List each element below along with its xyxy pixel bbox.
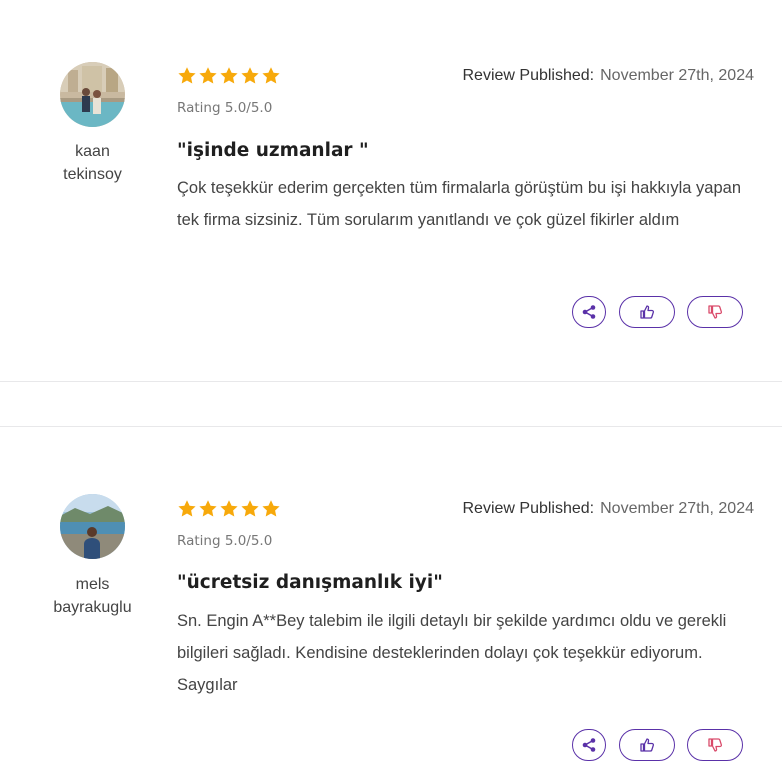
star-icon xyxy=(240,499,260,519)
share-icon xyxy=(582,738,596,752)
reviewer-name: kaan tekinsoy xyxy=(40,140,145,186)
published-label: Review Published: xyxy=(462,500,595,517)
star-icon xyxy=(240,66,260,86)
avatar-photo xyxy=(60,494,125,559)
reviewer-name: mels bayrakuglu xyxy=(40,573,145,619)
star-icon xyxy=(177,66,197,86)
reviewer-last-name: tekinsoy xyxy=(63,166,122,183)
share-icon xyxy=(582,305,596,319)
dislike-button[interactable] xyxy=(687,729,743,761)
star-icon xyxy=(198,499,218,519)
dislike-button[interactable] xyxy=(687,296,743,328)
rating-text: Rating 5.0/5.0 xyxy=(177,100,273,116)
review-body: Sn. Engin A**Bey talebim ile ilgili deta… xyxy=(177,612,727,694)
thumbs-up-icon xyxy=(640,305,655,319)
star-icon xyxy=(177,499,197,519)
thumbs-down-icon xyxy=(708,305,723,319)
star-icon xyxy=(261,499,281,519)
review-card: mels bayrakuglu Rating 5.0/5.0 Review Pu… xyxy=(0,428,782,778)
share-button[interactable] xyxy=(572,729,606,761)
star-icon xyxy=(219,66,239,86)
review-card: kaan tekinsoy Rating 5.0/5.0 Review Publ… xyxy=(0,0,782,381)
share-button[interactable] xyxy=(572,296,606,328)
avatar-photo xyxy=(60,62,125,127)
divider xyxy=(0,381,782,382)
published-date: November 27th, 2024 xyxy=(600,67,754,84)
review-title: "ücretsiz danışmanlık iyi" xyxy=(177,572,443,593)
like-button[interactable] xyxy=(619,296,675,328)
star-icon xyxy=(198,66,218,86)
reviewer-first-name: kaan xyxy=(75,143,110,160)
thumbs-up-icon xyxy=(640,738,655,752)
divider xyxy=(0,426,782,427)
published-date: November 27th, 2024 xyxy=(600,500,754,517)
avatar xyxy=(60,62,125,127)
rating-text: Rating 5.0/5.0 xyxy=(177,533,273,549)
review-body: Çok teşekkür ederim gerçekten tüm firmal… xyxy=(177,179,741,229)
reviewer-first-name: mels xyxy=(75,576,110,593)
reviewer-last-name: bayrakuglu xyxy=(53,599,132,616)
star-rating xyxy=(177,499,281,519)
star-rating xyxy=(177,66,281,86)
star-icon xyxy=(261,66,281,86)
review-published: Review Published: November 27th, 2024 xyxy=(463,500,755,518)
review-title: "işinde uzmanlar " xyxy=(177,140,369,161)
thumbs-down-icon xyxy=(708,738,723,752)
star-icon xyxy=(219,499,239,519)
like-button[interactable] xyxy=(619,729,675,761)
published-label: Review Published: xyxy=(462,67,595,84)
avatar xyxy=(60,494,125,559)
review-published: Review Published: November 27th, 2024 xyxy=(463,67,755,85)
